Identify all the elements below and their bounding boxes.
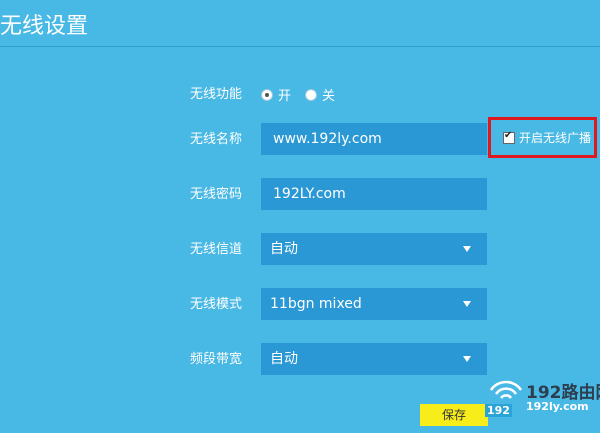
- wireless-name-input[interactable]: www.192ly.com: [261, 123, 487, 155]
- bandwidth-value: 自动: [270, 351, 298, 367]
- wireless-password-label: 无线密码: [190, 187, 243, 202]
- broadcast-checkbox[interactable]: [503, 130, 515, 144]
- wifi-icon: [489, 380, 523, 399]
- wireless-channel-value: 自动: [270, 241, 298, 257]
- broadcast-toggle[interactable]: 开启无线广播: [488, 117, 597, 158]
- wireless-off-label[interactable]: 关: [322, 85, 335, 104]
- wireless-mode-label: 无线模式: [190, 297, 243, 312]
- wireless-on-radio[interactable]: [261, 88, 273, 101]
- watermark: 192路由网 192ly.com 192: [485, 378, 600, 426]
- wireless-mode-value: 11bgn mixed: [270, 296, 362, 312]
- wireless-mode-select[interactable]: 11bgn mixed: [261, 288, 487, 320]
- wireless-channel-label: 无线信道: [190, 242, 243, 257]
- chevron-down-icon: [463, 356, 471, 362]
- watermark-sub-text: 192ly.com: [526, 400, 589, 413]
- bandwidth-label: 频段带宽: [190, 352, 243, 367]
- wireless-function-label: 无线功能: [190, 87, 243, 102]
- wireless-off-radio[interactable]: [305, 88, 318, 101]
- wireless-on-label[interactable]: 开: [278, 85, 291, 104]
- wireless-function-radio-group: 开 关: [261, 85, 349, 104]
- title-divider: [0, 46, 600, 47]
- wireless-channel-select[interactable]: 自动: [261, 233, 487, 265]
- page-title: 无线设置: [0, 14, 89, 39]
- chevron-down-icon: [463, 301, 471, 307]
- wireless-name-label: 无线名称: [190, 132, 243, 147]
- watermark-badge: 192: [485, 404, 512, 417]
- broadcast-label: 开启无线广播: [519, 131, 592, 145]
- save-button[interactable]: 保存: [420, 404, 488, 426]
- chevron-down-icon: [463, 246, 471, 252]
- bandwidth-select[interactable]: 自动: [261, 343, 487, 375]
- wireless-password-input[interactable]: 192LY.com: [261, 178, 487, 210]
